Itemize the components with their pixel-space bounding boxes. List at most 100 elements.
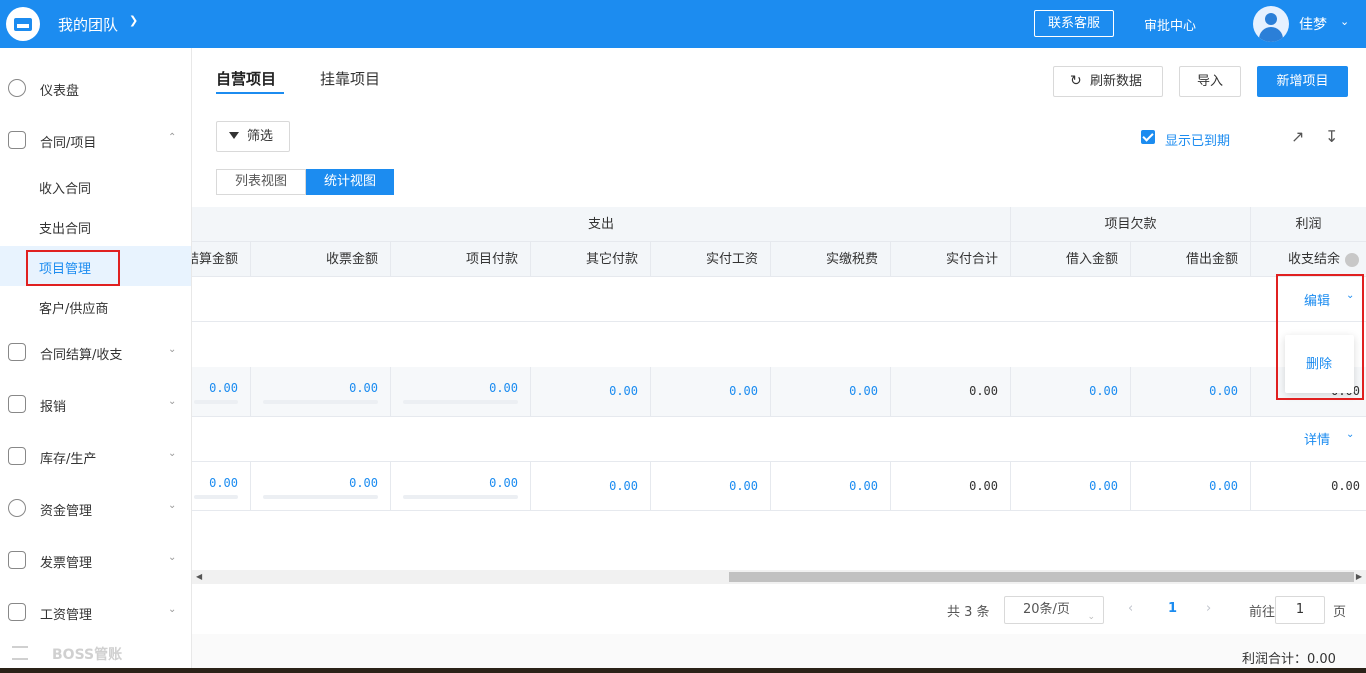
menu-icon bbox=[12, 646, 28, 660]
sidebar-item-contracts[interactable]: 合同/项目 ⌃ bbox=[0, 120, 191, 160]
tab-underline bbox=[216, 92, 284, 94]
info-icon[interactable] bbox=[1345, 253, 1359, 267]
sidebar-item-label: 合同结算/收支 bbox=[40, 348, 123, 363]
download-icon[interactable]: ↧ bbox=[1325, 127, 1345, 147]
chevron-down-icon: ⌄ bbox=[1087, 612, 1095, 622]
details-link[interactable]: 详情 bbox=[1304, 429, 1330, 448]
cell-project-pay: 0.00 bbox=[391, 462, 531, 511]
sidebar-item-invoice[interactable]: 发票管理 ⌄ bbox=[0, 540, 191, 580]
prev-page-icon[interactable]: ‹ bbox=[1128, 601, 1133, 629]
sidebar-item-dashboard[interactable]: 仪表盘 bbox=[0, 68, 191, 108]
show-expired-label[interactable]: 显示已到期 bbox=[1165, 130, 1230, 149]
sidebar-item-reimburse[interactable]: 报销 ⌄ bbox=[0, 384, 191, 424]
chevron-down-icon: ⌄ bbox=[168, 396, 177, 407]
folder-icon bbox=[8, 131, 26, 149]
sidebar-item-label: 支出合同 bbox=[39, 222, 92, 237]
cell-project-pay: 0.00 bbox=[391, 367, 531, 416]
top-bar: 我的团队 ❯ 联系客服 审批中心 佳梦 ⌄ bbox=[0, 0, 1366, 48]
sidebar-item-customer-supplier[interactable]: 客户/供应商 bbox=[0, 286, 191, 326]
box-icon bbox=[8, 447, 26, 465]
show-expired-checkbox[interactable] bbox=[1141, 130, 1155, 144]
cell-other-pay: 0.00 bbox=[531, 462, 651, 511]
col-settle-amount: 结算金额 bbox=[192, 242, 251, 277]
col-invoice-received: 收票金额 bbox=[251, 242, 391, 277]
page-number[interactable]: 1 bbox=[1168, 601, 1177, 629]
cell-borrowed: 0.00 bbox=[1011, 367, 1131, 416]
page-size-value: 20条/页 bbox=[1023, 602, 1070, 617]
customer-service-button[interactable]: 联系客服 bbox=[1034, 10, 1114, 37]
chevron-down-icon: ⌄ bbox=[168, 448, 177, 459]
scroll-left-icon[interactable]: ◀ bbox=[196, 572, 202, 581]
page-suffix: 页 bbox=[1333, 605, 1347, 620]
sidebar-item-label: 合同/项目 bbox=[40, 136, 97, 151]
cell-total-paid: 0.00 bbox=[891, 367, 1011, 416]
chevron-down-icon: ⌄ bbox=[168, 552, 177, 563]
goto-page-input[interactable]: 1 bbox=[1275, 596, 1325, 624]
col-total-paid: 实付合计 bbox=[891, 242, 1011, 277]
spacer-row bbox=[192, 322, 1366, 367]
money-icon bbox=[8, 499, 26, 517]
action-row: 编辑 ⌄ bbox=[192, 277, 1366, 322]
tab-self-operated[interactable]: 自营项目 bbox=[216, 68, 276, 89]
user-name[interactable]: 佳梦 bbox=[1299, 14, 1327, 34]
avatar[interactable] bbox=[1253, 6, 1289, 42]
chevron-down-icon[interactable]: ⌄ bbox=[1340, 15, 1349, 28]
stats-view-button[interactable]: 统计视图 bbox=[306, 169, 394, 195]
sidebar-item-income-contract[interactable]: 收入合同 bbox=[0, 166, 191, 206]
tab-affiliated[interactable]: 挂靠项目 bbox=[320, 68, 380, 89]
filter-button[interactable]: 筛选 bbox=[216, 121, 290, 152]
invoice-icon bbox=[8, 551, 26, 569]
refresh-button[interactable]: ↻ 刷新数据 bbox=[1053, 66, 1163, 97]
sidebar-item-label: 工资管理 bbox=[40, 608, 93, 623]
total-count: 共 3 条 bbox=[947, 605, 990, 620]
highlight-box bbox=[1276, 274, 1364, 400]
cell-wages: 0.00 bbox=[651, 462, 771, 511]
sidebar-item-settlement[interactable]: 合同结算/收支 ⌄ bbox=[0, 332, 191, 372]
table-column-header: 结算金额 收票金额 项目付款 其它付款 实付工资 实缴税费 实付合计 借入金额 … bbox=[192, 242, 1366, 277]
table-group-header: 支出 项目欠款 利润 bbox=[192, 207, 1366, 242]
next-page-icon[interactable]: › bbox=[1206, 601, 1211, 629]
table-row: 0.00 0.00 0.00 0.00 0.00 0.00 0.00 0.00 … bbox=[192, 367, 1366, 417]
col-borrowed-in: 借入金额 bbox=[1011, 242, 1131, 277]
chevron-down-icon: ⌄ bbox=[168, 500, 177, 511]
settlement-icon bbox=[8, 343, 26, 361]
stats-table: 支出 项目欠款 利润 结算金额 收票金额 项目付款 其它付款 实付工资 实缴税费… bbox=[192, 207, 1366, 511]
filter-icon bbox=[229, 132, 239, 139]
reimburse-icon bbox=[8, 395, 26, 413]
cell-total-paid: 0.00 bbox=[891, 462, 1011, 511]
goto-label: 前往 bbox=[1249, 605, 1276, 620]
sidebar-item-label: 资金管理 bbox=[40, 504, 93, 519]
page-size-select[interactable]: 20条/页 ⌄ bbox=[1004, 596, 1104, 624]
group-expense: 支出 bbox=[192, 207, 1011, 242]
cell-settle: 0.00 bbox=[192, 462, 251, 511]
refresh-label: 刷新数据 bbox=[1089, 74, 1142, 89]
sidebar-item-salary[interactable]: 工资管理 ⌄ bbox=[0, 592, 191, 632]
col-lent-out: 借出金额 bbox=[1131, 242, 1251, 277]
chevron-down-icon[interactable]: ⌄ bbox=[1346, 429, 1354, 440]
chevron-down-icon[interactable]: ❯ bbox=[129, 14, 138, 27]
col-tax-paid: 实缴税费 bbox=[771, 242, 891, 277]
sidebar-item-funds[interactable]: 资金管理 ⌄ bbox=[0, 488, 191, 528]
store-logo-icon[interactable] bbox=[6, 7, 40, 41]
main-content: 自营项目 挂靠项目 ↻ 刷新数据 导入 新增项目 筛选 显示已到期 ↗ ↧ 列表… bbox=[192, 48, 1366, 673]
approval-center-link[interactable]: 审批中心 bbox=[1144, 15, 1196, 34]
import-button[interactable]: 导入 bbox=[1179, 66, 1241, 97]
horizontal-scrollbar[interactable]: ◀ ▶ bbox=[192, 570, 1366, 584]
table-row: 0.00 0.00 0.00 0.00 0.00 0.00 0.00 0.00 … bbox=[192, 462, 1366, 511]
team-switcher[interactable]: 我的团队 bbox=[58, 14, 118, 35]
col-wages-paid: 实付工资 bbox=[651, 242, 771, 277]
sidebar-item-label: 库存/生产 bbox=[40, 452, 97, 467]
scroll-thumb[interactable] bbox=[729, 572, 1354, 582]
sidebar-item-expense-contract[interactable]: 支出合同 bbox=[0, 206, 191, 246]
cell-wages: 0.00 bbox=[651, 367, 771, 416]
cell-invoice: 0.00 bbox=[251, 367, 391, 416]
group-profit: 利润 bbox=[1295, 217, 1322, 232]
export-icon[interactable]: ↗ bbox=[1291, 127, 1311, 147]
sidebar: 仪表盘 合同/项目 ⌃ 收入合同 支出合同 项目管理 客户/供应商 合同结算/收… bbox=[0, 48, 192, 673]
cell-balance: 0.00 bbox=[1331, 479, 1360, 493]
sidebar-item-inventory[interactable]: 库存/生产 ⌄ bbox=[0, 436, 191, 476]
cell-other-pay: 0.00 bbox=[531, 367, 651, 416]
new-project-button[interactable]: 新增项目 bbox=[1257, 66, 1348, 97]
list-view-button[interactable]: 列表视图 bbox=[216, 169, 306, 195]
scroll-right-icon[interactable]: ▶ bbox=[1356, 572, 1362, 581]
